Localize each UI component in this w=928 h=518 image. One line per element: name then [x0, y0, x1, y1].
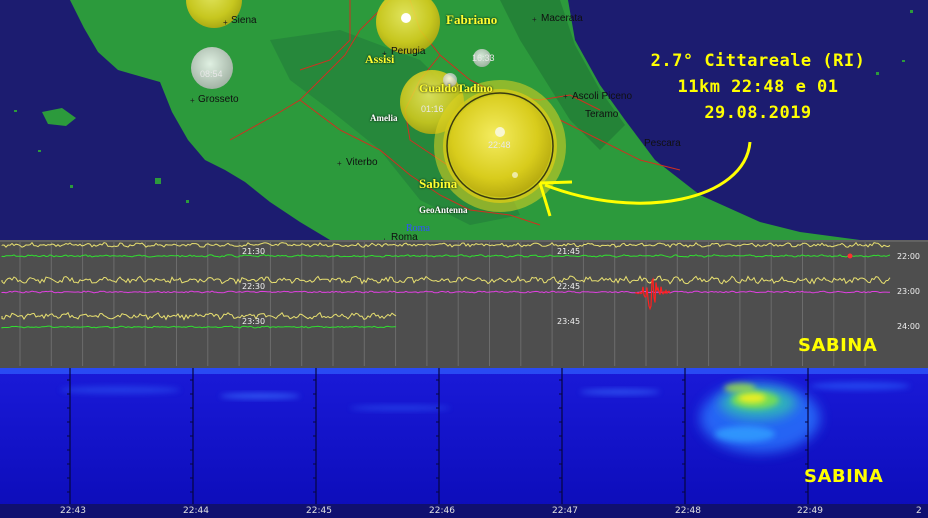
spectrogram-plot	[0, 368, 928, 518]
city-label: Pescara	[644, 138, 681, 149]
helicorder-time-mark: 22:30	[242, 282, 266, 291]
spectrogram-time-tick: 22:45	[306, 506, 332, 516]
spectrogram-time-tick: 22:47	[552, 506, 578, 516]
helicorder-time-mark: 23:45	[557, 317, 581, 326]
spectrogram-time-tick: 2	[916, 506, 922, 516]
spectrogram-time-tick: 22:44	[183, 506, 209, 516]
helicorder-station-label: SABINA	[798, 335, 878, 356]
spectrogram-time-tick: 22:43	[60, 506, 86, 516]
annotation-line-3: 29.08.2019	[704, 103, 812, 123]
city-label: Teramo	[585, 109, 619, 120]
helicorder-trace	[1, 254, 891, 258]
spectrogram-station-label: SABINA	[804, 466, 884, 487]
station-label-geoantenna[interactable]: GeoAntenna	[419, 205, 468, 215]
helicorder-trace	[1, 241, 891, 249]
city-label: Grosseto	[198, 94, 239, 105]
city-label: Viterbo	[346, 157, 378, 168]
helicorder-trace	[1, 311, 397, 321]
helicorder-time-mark: 23:30	[242, 317, 266, 326]
helicorder-event-burst	[635, 277, 671, 311]
helicorder-plot	[0, 240, 928, 366]
annotation-line-1: 2.7° Cittareale (RI)	[650, 51, 866, 71]
city-label: Macerata	[541, 13, 583, 24]
svg-text:+: +	[223, 18, 228, 27]
station-label-amelia[interactable]: Amelia	[370, 113, 398, 123]
svg-text:+: +	[532, 15, 537, 24]
helicorder-hour-label: 24:00	[896, 322, 920, 331]
helicorder-panel[interactable]: 21:30 21:45 22:30 22:45 23:30 23:45 22:0…	[0, 240, 928, 368]
quake-bubble-3[interactable]	[191, 47, 233, 89]
helicorder-trace	[1, 325, 396, 329]
bubble-time: 01:16	[421, 104, 444, 114]
helicorder-marker	[847, 253, 853, 259]
helicorder-time-mark: 21:45	[557, 247, 581, 256]
station-label-assisi[interactable]: Assisi	[365, 52, 394, 67]
svg-text:+: +	[190, 96, 195, 105]
city-label: Ascoli Piceno	[572, 91, 633, 102]
spectrogram-event[interactable]	[700, 383, 820, 453]
bubble-time: 22:48	[488, 140, 511, 150]
helicorder-trace	[1, 290, 891, 294]
city-label: Siena	[231, 15, 257, 26]
helicorder-hour-label: 23:00	[896, 287, 920, 296]
bubble-time: 08:54	[200, 69, 223, 79]
svg-text:+: +	[563, 92, 568, 101]
helicorder-trace	[1, 275, 891, 285]
station-label-gualdotadino[interactable]: GualdoTadino	[419, 81, 493, 96]
city-label: Perugia	[391, 46, 426, 57]
seismic-monitor-screen: + + + + + + + Siena Macerata Perugia Gro…	[0, 0, 928, 518]
spectrogram-panel[interactable]: SABINA 22:43 22:44 22:45 22:46 22:47 22:…	[0, 368, 928, 518]
helicorder-time-mark: 22:45	[557, 282, 581, 291]
spectrogram-time-tick: 22:46	[429, 506, 455, 516]
station-label-fabriano[interactable]: Fabriano	[446, 12, 497, 28]
station-label-sabina[interactable]: Sabina	[419, 176, 457, 192]
map-panel[interactable]: + + + + + + + Siena Macerata Perugia Gro…	[0, 0, 928, 240]
svg-text:+: +	[337, 159, 342, 168]
helicorder-hour-label: 22:00	[896, 252, 920, 261]
event-annotation: 2.7° Cittareale (RI) 11km 22:48 e 01 29.…	[628, 48, 888, 126]
bubble-time: 16:33	[472, 53, 495, 63]
station-label-roma[interactable]: Roma	[406, 223, 430, 234]
annotation-line-2: 11km 22:48 e 01	[677, 77, 839, 97]
helicorder-time-mark: 21:30	[242, 247, 266, 256]
spectrogram-time-tick: 22:49	[797, 506, 823, 516]
spectrogram-time-tick: 22:48	[675, 506, 701, 516]
